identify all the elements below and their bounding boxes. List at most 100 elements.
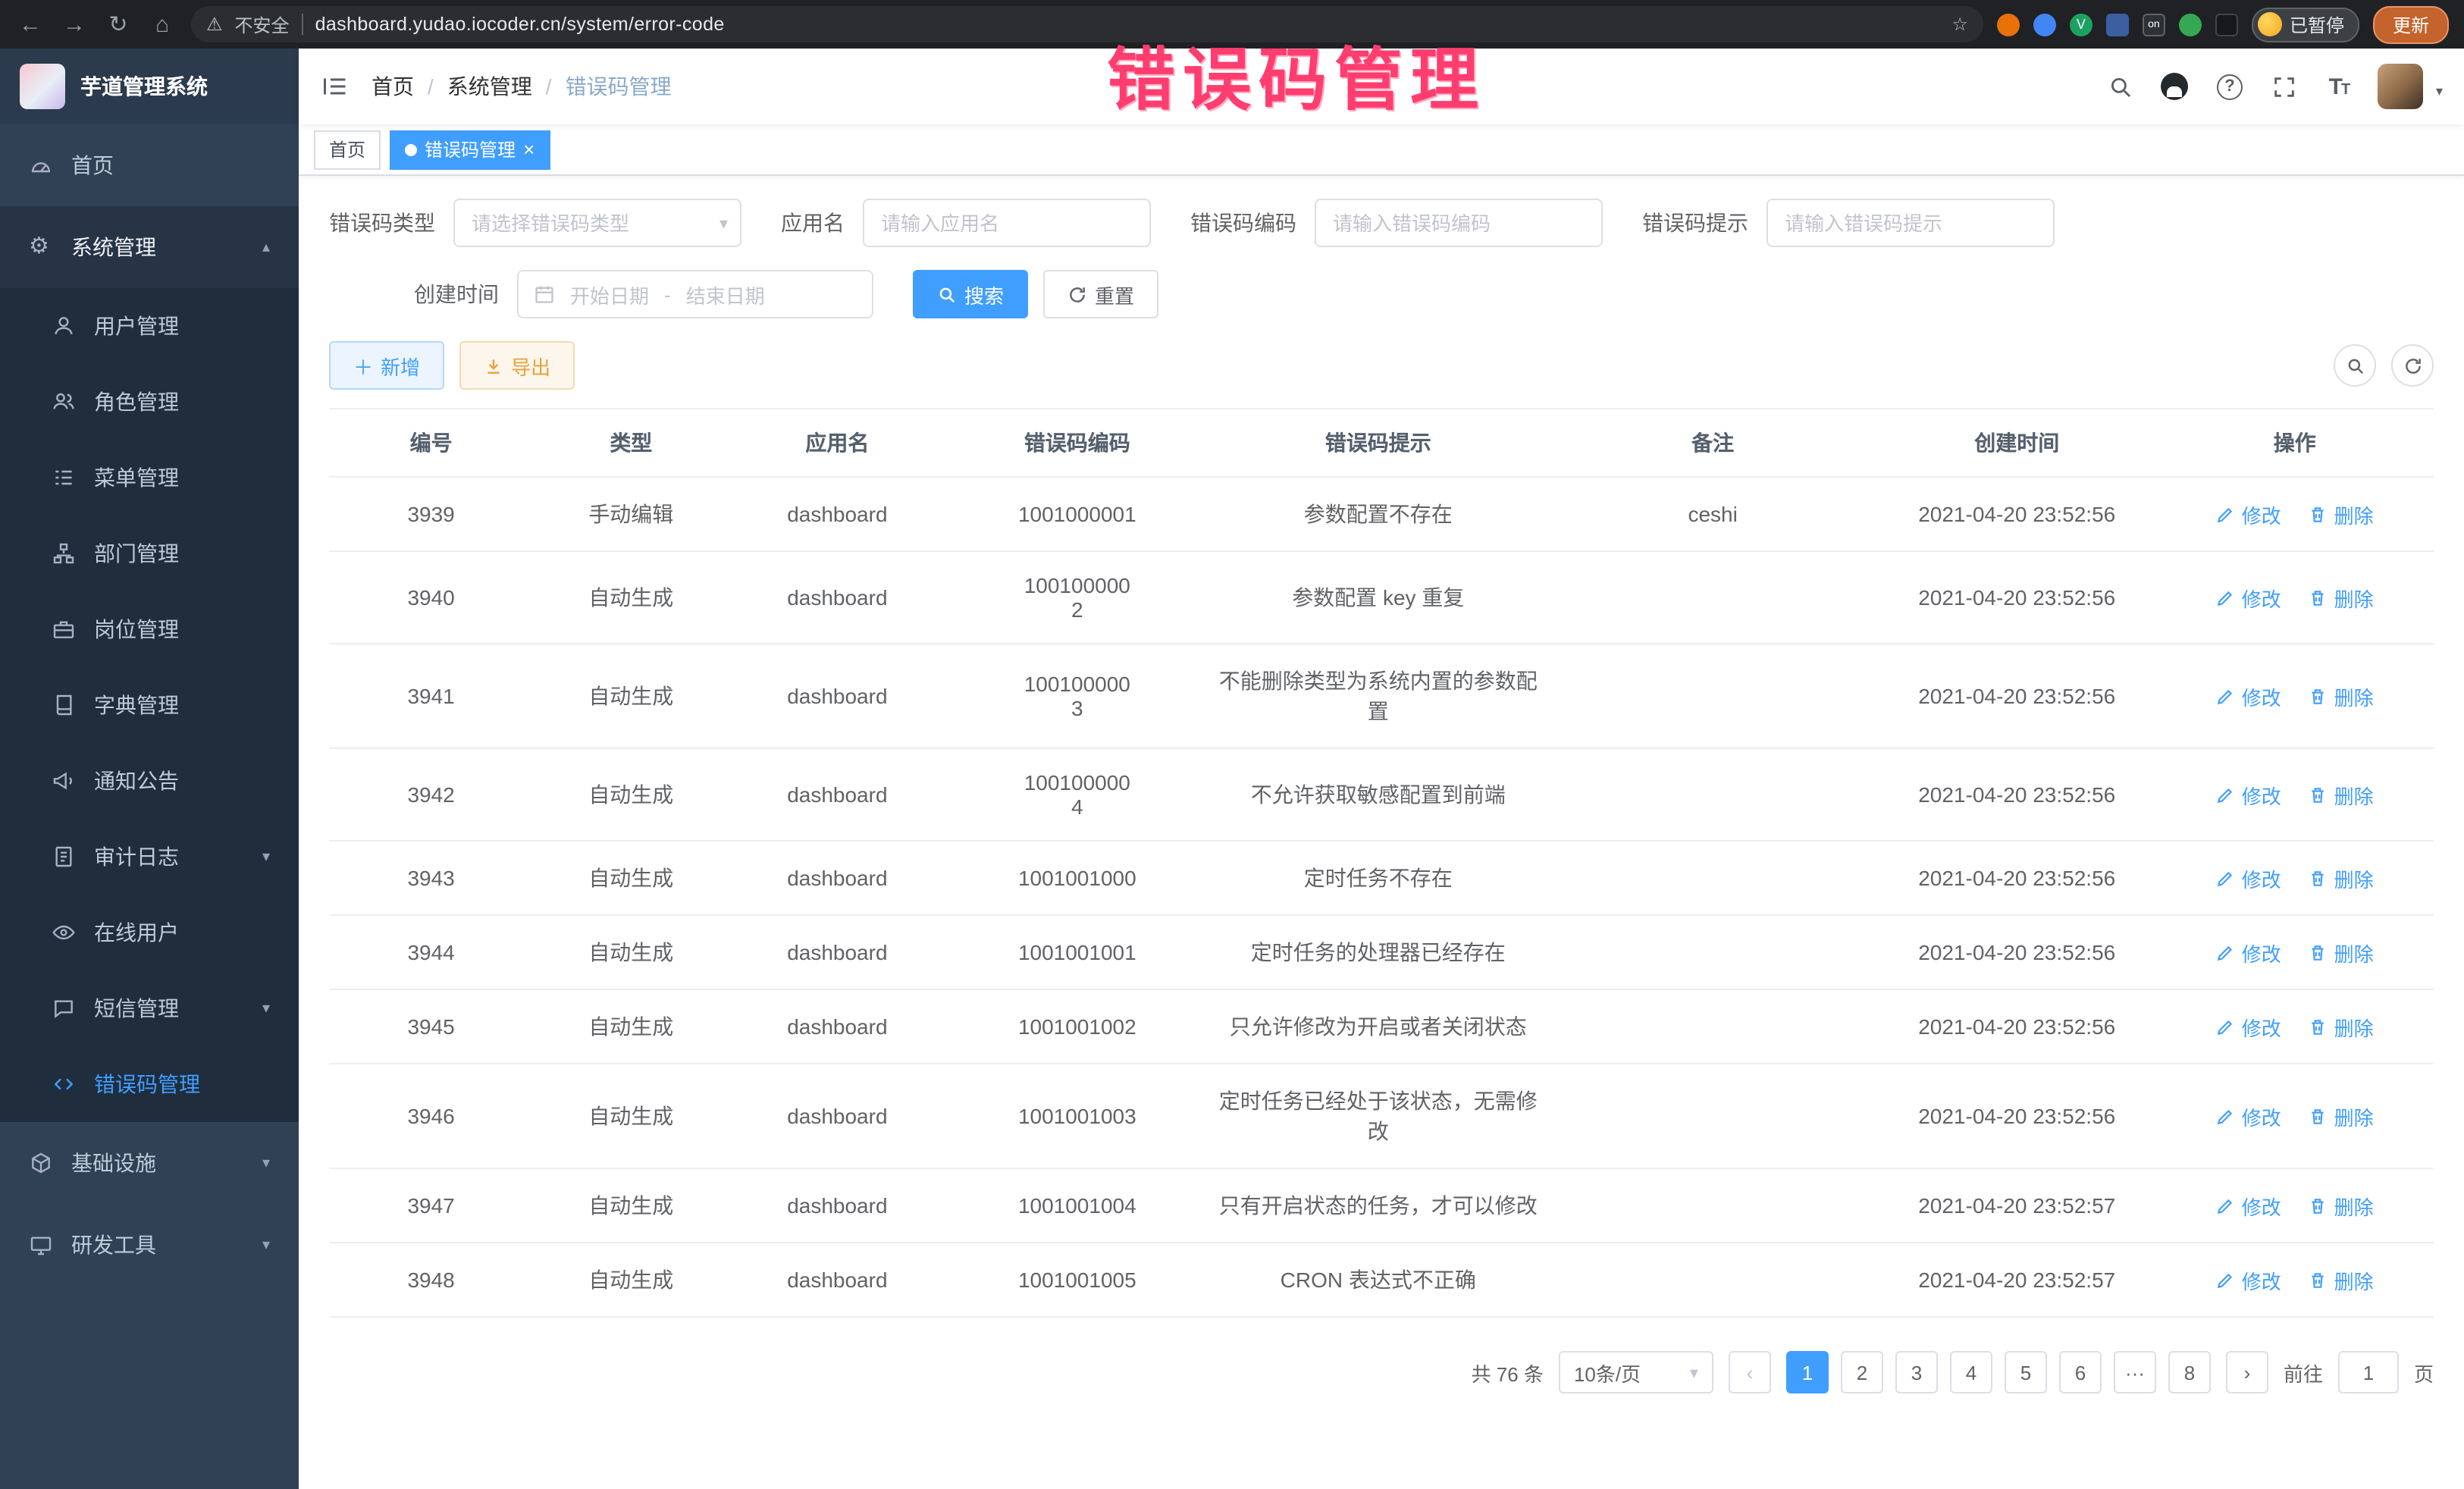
page-button[interactable]: 8 [2168, 1351, 2211, 1393]
sidebar-item-menu-management[interactable]: 菜单管理 [0, 440, 299, 516]
sidebar-item-home[interactable]: 首页 [0, 124, 299, 206]
breadcrumb-home[interactable]: 首页 [371, 71, 414, 102]
edit-row-button[interactable]: 修改 [2216, 1102, 2281, 1130]
browser-update-button[interactable]: 更新 [2373, 5, 2449, 43]
github-link[interactable] [2160, 71, 2190, 102]
edit-row-button[interactable]: 修改 [2216, 583, 2281, 612]
page-button[interactable]: 4 [1950, 1351, 1992, 1393]
filter-label: 错误码编码 [1190, 208, 1296, 238]
error-type-select[interactable] [453, 199, 741, 247]
export-button[interactable]: 导出 [459, 341, 575, 390]
close-icon[interactable]: × [523, 139, 534, 159]
delete-row-button[interactable]: 删除 [2309, 1012, 2374, 1041]
extension-icon[interactable] [2033, 13, 2056, 36]
refresh-table-button[interactable] [2391, 344, 2434, 387]
extension-icon[interactable] [1997, 13, 2020, 36]
extension-icon[interactable] [2106, 13, 2129, 36]
home-icon[interactable]: ⌂ [147, 9, 177, 39]
profile-sync-paused-chip[interactable]: 已暂停 [2252, 7, 2359, 42]
date-range-picker[interactable]: 开始日期 - 结束日期 [517, 270, 873, 318]
sidebar-item-sms-management[interactable]: 短信管理 ▾ [0, 970, 299, 1046]
header-search-button[interactable] [2105, 71, 2136, 102]
page-size-select[interactable]: 10条/页 ▾ [1559, 1351, 1713, 1393]
sidebar-item-dict-management[interactable]: 字典管理 [0, 667, 299, 743]
page-button[interactable]: ··· [2114, 1351, 2156, 1393]
edit-label: 修改 [2242, 938, 2281, 967]
calendar-icon [534, 284, 555, 305]
edit-row-button[interactable]: 修改 [2216, 682, 2281, 710]
sidebar-item-user-management[interactable]: 用户管理 [0, 288, 299, 364]
breadcrumb-system[interactable]: 系统管理 [447, 71, 532, 102]
delete-row-button[interactable]: 删除 [2309, 780, 2374, 809]
reset-button[interactable]: 重置 [1043, 270, 1158, 318]
app-name-input[interactable] [863, 199, 1151, 247]
trash-icon [2309, 868, 2328, 888]
address-bar[interactable]: ⚠ 不安全 dashboard.yudao.iocoder.cn/system/… [191, 6, 1983, 42]
cell-id: 3941 [329, 644, 533, 748]
tag-error-code-management[interactable]: 错误码管理 × [390, 130, 550, 169]
sidebar-item-audit-log[interactable]: 审计日志 ▾ [0, 819, 299, 895]
sidebar-item-dept-management[interactable]: 部门管理 [0, 516, 299, 591]
delete-row-button[interactable]: 删除 [2309, 864, 2374, 892]
page-buttons: 1 2 3 4 5 6 ··· 8 [1786, 1351, 2211, 1393]
font-size-button[interactable]: TT [2324, 71, 2354, 102]
edit-row-button[interactable]: 修改 [2216, 1191, 2281, 1220]
edit-row-button[interactable]: 修改 [2216, 864, 2281, 892]
page-button[interactable]: 3 [1895, 1351, 1938, 1393]
add-button[interactable]: ＋ 新增 [329, 341, 444, 390]
browser-chrome: ← → ↻ ⌂ ⚠ 不安全 dashboard.yudao.iocoder.cn… [0, 0, 2464, 49]
app-logo-row[interactable]: 芋道管理系统 [0, 49, 299, 124]
delete-row-button[interactable]: 删除 [2309, 1102, 2374, 1130]
page-button[interactable]: 6 [2059, 1351, 2102, 1393]
delete-row-button[interactable]: 删除 [2309, 1191, 2374, 1220]
sidebar-item-online-users[interactable]: 在线用户 [0, 895, 299, 970]
sidebar-item-infrastructure[interactable]: 基础设施 ▾ [0, 1122, 299, 1204]
delete-row-button[interactable]: 删除 [2309, 682, 2374, 710]
error-hint-input[interactable] [1766, 199, 2055, 247]
search-icon [2108, 74, 2133, 99]
edit-row-button[interactable]: 修改 [2216, 780, 2281, 809]
show-search-toggle[interactable] [2334, 344, 2376, 387]
sidebar-item-label: 字典管理 [94, 690, 179, 720]
search-button[interactable]: 搜索 [913, 270, 1028, 318]
fullscreen-button[interactable] [2269, 71, 2299, 102]
delete-row-button[interactable]: 删除 [2309, 938, 2374, 967]
extension-icon[interactable] [2215, 13, 2238, 36]
sidebar-item-role-management[interactable]: 角色管理 [0, 364, 299, 440]
goto-page-input[interactable] [2338, 1351, 2399, 1393]
edit-label: 修改 [2242, 780, 2281, 809]
page-button[interactable]: 2 [1841, 1351, 1883, 1393]
user-avatar[interactable] [2378, 64, 2424, 109]
sidebar-collapse-button[interactable] [299, 49, 371, 124]
url-text[interactable]: dashboard.yudao.iocoder.cn/system/error-… [315, 14, 725, 35]
sidebar-item-system-management[interactable]: ⚙ 系统管理 ▴ [0, 206, 299, 288]
tag-home[interactable]: 首页 [314, 130, 381, 169]
refresh-icon[interactable]: ↻ [103, 9, 133, 39]
table-row: 3947 自动生成 dashboard 1001001004 只有开启状态的任务… [329, 1168, 2434, 1243]
sidebar-item-notice[interactable]: 通知公告 [0, 743, 299, 819]
cell-time: 2021-04-20 23:52:56 [1878, 1064, 2155, 1168]
edit-row-button[interactable]: 修改 [2216, 1012, 2281, 1041]
sidebar-item-dev-tools[interactable]: 研发工具 ▾ [0, 1204, 299, 1286]
error-code-input[interactable] [1315, 199, 1603, 247]
page-button[interactable]: 1 [1786, 1351, 1829, 1393]
help-button[interactable]: ? [2215, 71, 2245, 102]
extension-icon[interactable]: on [2143, 13, 2165, 36]
edit-row-button[interactable]: 修改 [2216, 938, 2281, 967]
delete-row-button[interactable]: 删除 [2309, 583, 2374, 612]
next-page-button[interactable]: › [2226, 1351, 2268, 1393]
delete-label: 删除 [2334, 583, 2374, 612]
bookmark-star-icon[interactable]: ☆ [1951, 14, 1968, 35]
extension-icon[interactable]: V [2070, 13, 2093, 36]
prev-page-button[interactable]: ‹ [1729, 1351, 1771, 1393]
delete-row-button[interactable]: 删除 [2309, 1265, 2374, 1294]
extension-icon[interactable] [2179, 13, 2202, 36]
delete-row-button[interactable]: 删除 [2309, 500, 2374, 528]
sidebar-item-error-code-management[interactable]: 错误码管理 [0, 1046, 299, 1122]
edit-row-button[interactable]: 修改 [2216, 1265, 2281, 1294]
edit-row-button[interactable]: 修改 [2216, 500, 2281, 528]
back-icon[interactable]: ← [15, 9, 45, 39]
page-button[interactable]: 5 [2005, 1351, 2047, 1393]
sidebar-item-post-management[interactable]: 岗位管理 [0, 591, 299, 667]
forward-icon[interactable]: → [59, 9, 89, 39]
